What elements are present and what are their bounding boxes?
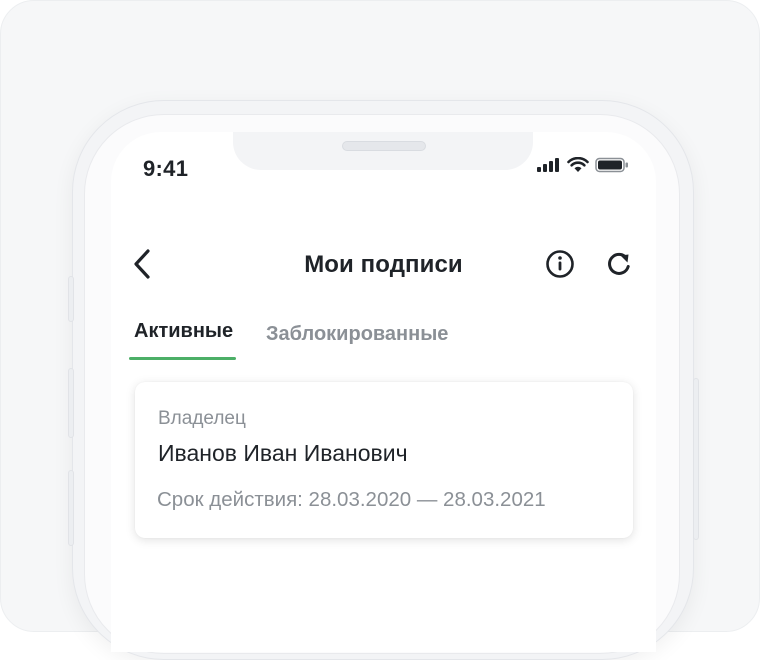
side-button-power xyxy=(693,378,699,540)
tab-active[interactable]: Активные xyxy=(134,320,233,343)
owner-name: Иванов Иван Иванович xyxy=(158,440,408,466)
speaker-grille xyxy=(342,141,426,151)
notch xyxy=(233,132,533,170)
info-circle-icon xyxy=(546,250,574,278)
tab-blocked[interactable]: Заблокированные xyxy=(266,323,448,346)
side-button-mute xyxy=(68,276,74,322)
phone-screen: 9:41 Мои подписи Активные Заблокированны… xyxy=(111,132,656,652)
status-icons xyxy=(537,156,629,174)
owner-label: Владелец xyxy=(158,408,246,429)
status-time: 9:41 xyxy=(143,156,189,181)
side-button-volume-down xyxy=(68,470,74,546)
navigation-bar: Мои подписи xyxy=(111,242,656,286)
wifi-icon xyxy=(567,157,589,172)
side-button-volume-up xyxy=(68,368,74,438)
refresh-icon xyxy=(608,252,630,275)
tab-bar: Активные Заблокированные xyxy=(111,312,656,362)
validity-period: Срок действия: 28.03.2020 — 28.03.2021 xyxy=(157,488,546,511)
signature-card[interactable]: Владелец Иванов Иван Иванович Срок дейст… xyxy=(135,382,633,538)
battery-icon xyxy=(595,157,628,173)
refresh-button[interactable] xyxy=(605,249,633,279)
signal-icon xyxy=(537,158,559,172)
info-button[interactable] xyxy=(545,249,575,279)
active-tab-indicator xyxy=(129,357,236,360)
